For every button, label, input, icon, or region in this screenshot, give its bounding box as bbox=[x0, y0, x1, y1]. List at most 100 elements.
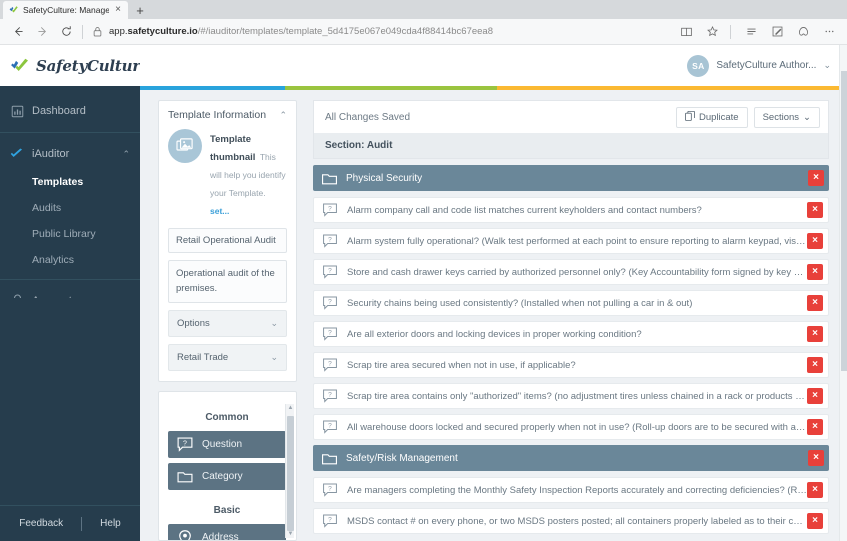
question-bubble-icon: ? bbox=[322, 265, 341, 279]
delete-row-button[interactable]: × bbox=[807, 202, 823, 218]
question-row[interactable]: ? Scrap tire area secured when not in us… bbox=[313, 352, 829, 378]
chevron-down-icon: ⌄ bbox=[270, 352, 278, 363]
toolbar-divider bbox=[82, 25, 83, 39]
refresh-icon[interactable] bbox=[54, 21, 78, 43]
top-bar: SA SafetyCulture Author... ⌄ bbox=[140, 45, 847, 86]
question-row[interactable]: ? MSDS contact # on every phone, or two … bbox=[313, 508, 829, 534]
question-bubble-icon: ? bbox=[322, 234, 341, 248]
question-row[interactable]: ? Scrap tire area contains only "authori… bbox=[313, 383, 829, 409]
options-section-toggle[interactable]: Options ⌄ bbox=[168, 310, 287, 337]
sections-label: Sections bbox=[763, 112, 799, 123]
question-bubble-icon: ? bbox=[177, 437, 193, 452]
delete-row-button[interactable]: × bbox=[807, 295, 823, 311]
template-panel-column: Template Information ⌃ bbox=[140, 100, 305, 541]
template-editor-column: All Changes Saved Duplicate Sections ⌄ bbox=[305, 100, 847, 541]
editor-header: All Changes Saved Duplicate Sections ⌄ bbox=[313, 100, 829, 133]
browser-tab-title: SafetyCulture: Manage i bbox=[23, 5, 109, 15]
duplicate-icon bbox=[685, 111, 695, 124]
duplicate-button[interactable]: Duplicate bbox=[676, 107, 748, 128]
sidebar-group-dashboard: Dashboard bbox=[0, 90, 140, 133]
safetyculture-logo[interactable]: SafetyCulture bbox=[0, 45, 140, 86]
page-scrollbar-thumb[interactable] bbox=[841, 90, 847, 371]
scroll-down-icon[interactable]: ▼ bbox=[287, 531, 294, 537]
industry-section-toggle[interactable]: Retail Trade ⌄ bbox=[168, 344, 287, 371]
content-column: SA SafetyCulture Author... ⌄ Template In… bbox=[140, 45, 847, 541]
user-account-menu[interactable]: SA SafetyCulture Author... ⌄ bbox=[683, 52, 835, 80]
question-label: Alarm system fully operational? (Walk te… bbox=[341, 236, 807, 247]
template-information-header[interactable]: Template Information ⌃ bbox=[168, 109, 287, 129]
tab-close-icon[interactable]: × bbox=[113, 5, 123, 15]
palette-scrollbar-thumb[interactable] bbox=[287, 416, 294, 531]
sidebar-item-templates[interactable]: Templates bbox=[0, 169, 140, 195]
palette-item-label: Question bbox=[202, 439, 242, 450]
question-row[interactable]: ? All warehouse doors locked and secured… bbox=[313, 414, 829, 440]
delete-row-button[interactable]: × bbox=[807, 419, 823, 435]
sidebar-item-iauditor[interactable]: iAuditor ⌃ bbox=[0, 139, 140, 169]
lock-icon bbox=[93, 26, 103, 37]
palette-item-question[interactable]: ? Question bbox=[168, 431, 286, 458]
more-icon[interactable] bbox=[817, 21, 841, 43]
web-notes-icon[interactable] bbox=[765, 21, 789, 43]
question-bubble-icon: ? bbox=[322, 203, 341, 217]
sidebar-item-account[interactable]: Account ⌄ bbox=[0, 286, 140, 298]
avatar: SA bbox=[687, 55, 709, 77]
palette-scrollbar[interactable]: ▲ ▼ bbox=[285, 404, 294, 538]
delete-row-button[interactable]: × bbox=[807, 264, 823, 280]
set-thumbnail-link[interactable]: set... bbox=[210, 205, 229, 216]
sidebar-group-account: Account ⌄ bbox=[0, 280, 140, 298]
category-row[interactable]: Physical Security × bbox=[313, 165, 829, 191]
question-row[interactable]: ? Alarm system fully operational? (Walk … bbox=[313, 228, 829, 254]
hub-icon[interactable] bbox=[739, 21, 763, 43]
question-row[interactable]: ? Security chains being used consistentl… bbox=[313, 290, 829, 316]
page-scrollbar[interactable] bbox=[839, 90, 847, 541]
sidebar-item-label: Dashboard bbox=[32, 105, 130, 117]
delete-row-button[interactable]: × bbox=[807, 357, 823, 373]
template-thumbnail-title: Template thumbnail bbox=[210, 134, 255, 163]
delete-row-button[interactable]: × bbox=[808, 170, 824, 186]
palette-item-address[interactable]: Address bbox=[168, 524, 286, 541]
location-pin-icon bbox=[177, 530, 193, 541]
svg-text:?: ? bbox=[328, 392, 332, 399]
new-tab-button[interactable]: + bbox=[128, 1, 152, 19]
browser-tab-strip: SafetyCulture: Manage i × + bbox=[0, 0, 847, 19]
question-row[interactable]: ? Store and cash drawer keys carried by … bbox=[313, 259, 829, 285]
forward-icon[interactable] bbox=[30, 21, 54, 43]
safetyculture-check-icon bbox=[9, 5, 19, 15]
template-description-input[interactable]: Operational audit of the premises. bbox=[168, 260, 287, 303]
sidebar-item-public-library[interactable]: Public Library bbox=[0, 221, 140, 247]
category-row[interactable]: Safety/Risk Management × bbox=[313, 445, 829, 471]
address-bar[interactable]: app.safetyculture.io/#/iauditor/template… bbox=[89, 22, 670, 42]
question-label: Store and cash drawer keys carried by au… bbox=[341, 267, 807, 278]
favorites-star-icon[interactable] bbox=[700, 21, 724, 43]
delete-row-button[interactable]: × bbox=[808, 450, 824, 466]
question-row[interactable]: ? Are managers completing the Monthly Sa… bbox=[313, 477, 829, 503]
url-path: /#/iauditor/templates/template_5d4175e06… bbox=[198, 26, 493, 37]
question-row[interactable]: ? Are all exterior doors and locking dev… bbox=[313, 321, 829, 347]
share-icon[interactable] bbox=[791, 21, 815, 43]
delete-row-button[interactable]: × bbox=[807, 513, 823, 529]
question-bubble-icon: ? bbox=[322, 483, 341, 497]
question-row[interactable]: ? Alarm company call and code list match… bbox=[313, 197, 829, 223]
sidebar-item-audits[interactable]: Audits bbox=[0, 195, 140, 221]
back-icon[interactable] bbox=[6, 21, 30, 43]
sidebar-item-analytics[interactable]: Analytics bbox=[0, 247, 140, 273]
svg-text:?: ? bbox=[328, 361, 332, 368]
delete-row-button[interactable]: × bbox=[807, 482, 823, 498]
palette-item-category[interactable]: Category bbox=[168, 463, 286, 490]
safetyculture-logo-icon bbox=[10, 58, 30, 74]
help-link[interactable]: Help bbox=[82, 518, 139, 529]
delete-row-button[interactable]: × bbox=[807, 233, 823, 249]
delete-row-button[interactable]: × bbox=[807, 326, 823, 342]
feedback-link[interactable]: Feedback bbox=[1, 518, 81, 529]
folder-icon bbox=[321, 452, 340, 465]
chevron-down-icon: ⌄ bbox=[803, 112, 811, 123]
sections-button[interactable]: Sections ⌄ bbox=[754, 107, 820, 128]
reading-view-icon[interactable] bbox=[674, 21, 698, 43]
delete-row-button[interactable]: × bbox=[807, 388, 823, 404]
template-name-input[interactable]: Retail Operational Audit bbox=[168, 228, 287, 253]
scroll-up-icon[interactable]: ▲ bbox=[287, 405, 294, 411]
chevron-down-icon: ⌄ bbox=[270, 318, 278, 329]
sidebar-item-dashboard[interactable]: Dashboard bbox=[0, 96, 140, 126]
question-label: Scrap tire area secured when not in use,… bbox=[341, 360, 807, 371]
browser-tab[interactable]: SafetyCulture: Manage i × bbox=[3, 1, 128, 19]
